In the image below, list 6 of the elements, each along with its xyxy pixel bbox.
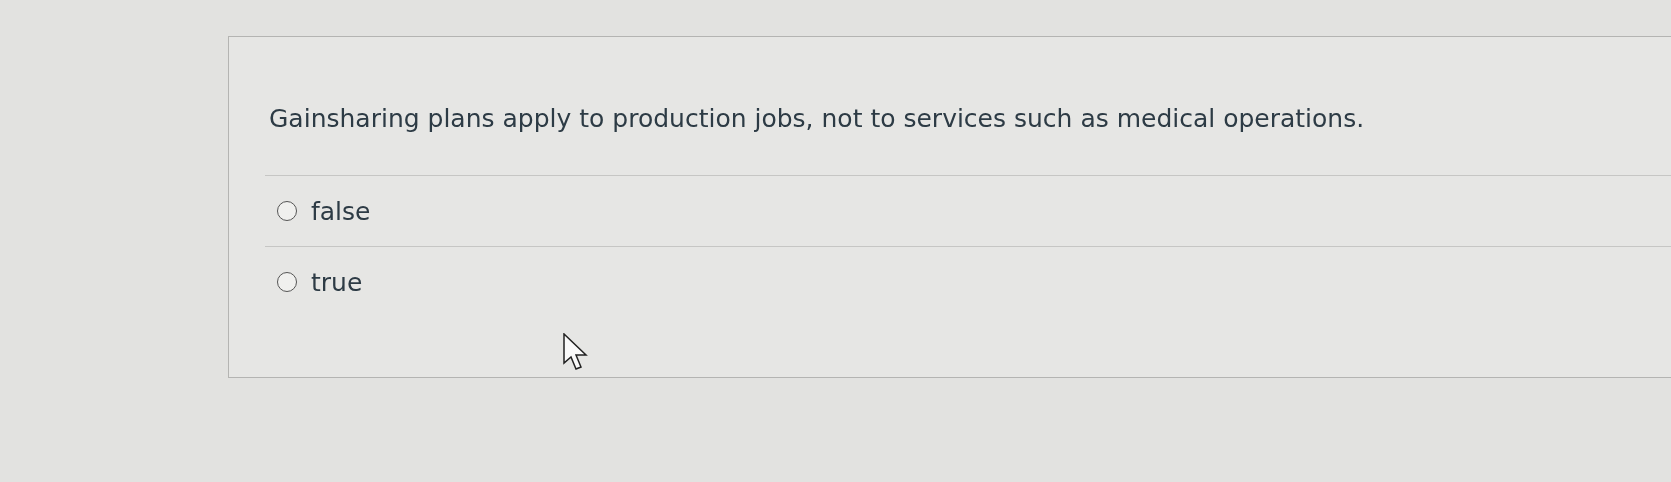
radio-button[interactable] (277, 201, 297, 221)
question-text: Gainsharing plans apply to production jobs, not to services such as medical operations. (268, 103, 1366, 135)
option-label[interactable]: false (311, 196, 371, 226)
mouse-pointer-icon (563, 333, 589, 371)
option-label[interactable]: true (311, 267, 363, 297)
radio-button[interactable] (277, 272, 297, 292)
